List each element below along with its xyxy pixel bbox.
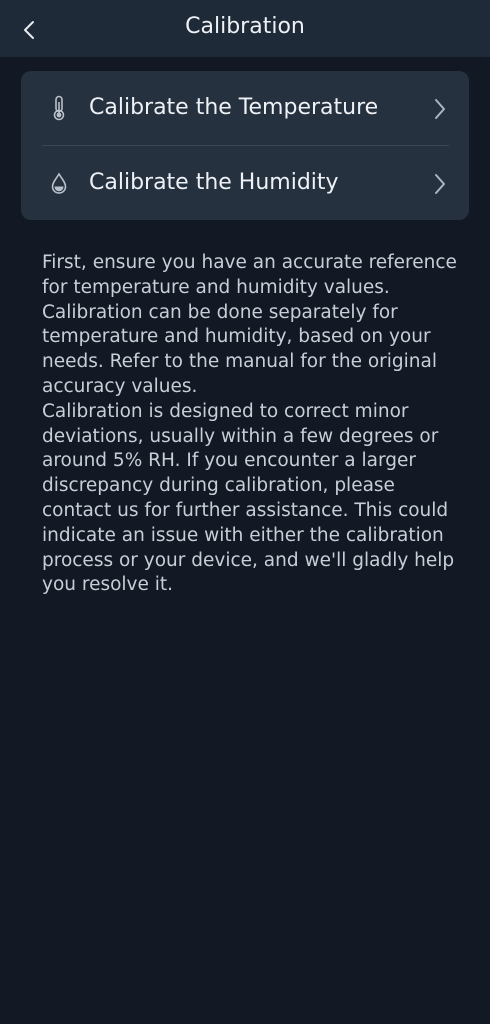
- chevron-right-icon: [435, 99, 445, 119]
- chevron-right-icon: [435, 174, 445, 194]
- calibration-options-card: Calibrate the Temperature Calibrate the …: [21, 71, 469, 220]
- instructions-paragraph-1: First, ensure you have an accurate refer…: [42, 252, 457, 397]
- calibration-instructions: First, ensure you have an accurate refer…: [42, 251, 462, 598]
- top-app-bar: Calibration: [0, 0, 490, 57]
- calibrate-temperature-label: Calibrate the Temperature: [89, 95, 379, 120]
- calibrate-temperature-item[interactable]: Calibrate the Temperature: [21, 71, 469, 145]
- instructions-paragraph-2: Calibration is designed to correct minor…: [42, 400, 455, 596]
- calibrate-humidity-item[interactable]: Calibrate the Humidity: [21, 146, 469, 220]
- page-title: Calibration: [185, 14, 305, 39]
- calibrate-humidity-label: Calibrate the Humidity: [89, 170, 339, 195]
- water-drop-icon: [51, 172, 67, 194]
- thermometer-icon: [53, 95, 65, 121]
